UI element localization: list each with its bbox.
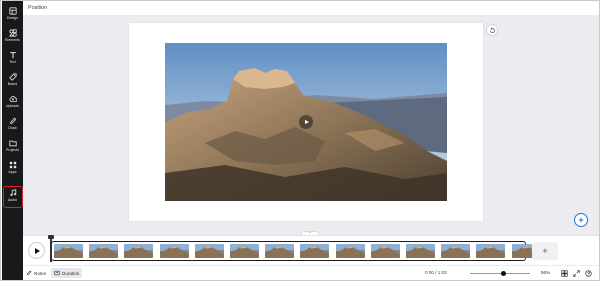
sidebar-item-label: Brand xyxy=(7,82,18,86)
expand-icon xyxy=(572,269,580,277)
video-play-overlay-icon[interactable] xyxy=(299,115,313,129)
sidebar-item-elements[interactable]: Elements xyxy=(2,29,23,49)
notes-button[interactable]: Notes xyxy=(26,270,46,276)
timeline-clip-thumbnail[interactable] xyxy=(406,244,435,258)
elements-icon xyxy=(8,29,17,37)
text-icon xyxy=(9,52,16,59)
top-bar: Position xyxy=(23,1,599,16)
video-track[interactable] xyxy=(51,241,541,261)
timeline-clip-thumbnail[interactable] xyxy=(335,244,365,258)
sidebar-item-design[interactable]: Design xyxy=(2,7,23,27)
duration-label: Duration xyxy=(62,270,80,276)
timeline-clip-thumbnail[interactable] xyxy=(370,244,400,258)
fullscreen-button[interactable] xyxy=(572,269,580,277)
sidebar-item-uploads[interactable]: Uploads xyxy=(2,95,23,115)
sidebar-item-label: Design xyxy=(6,16,19,20)
timeline-clip-thumbnail[interactable] xyxy=(194,244,224,258)
duration-button[interactable]: Duration xyxy=(51,268,83,278)
sparkle-icon xyxy=(577,216,585,224)
assistant-button[interactable] xyxy=(574,213,588,227)
zoom-percentage[interactable]: 56% xyxy=(541,270,550,275)
design-canvas[interactable] xyxy=(129,23,483,221)
audio-highlight-box xyxy=(3,186,23,208)
sidebar-item-apps[interactable]: Apps xyxy=(2,161,23,181)
sidebar-item-label: Projects xyxy=(6,148,19,152)
sidebar-item-projects[interactable]: Projects xyxy=(2,139,23,159)
sidebar-item-label: Apps xyxy=(8,170,17,174)
sidebar-item-label: Draw xyxy=(8,126,17,130)
sidebar-item-label: Text xyxy=(9,60,16,64)
timeline-clip-thumbnail[interactable] xyxy=(54,244,83,258)
help-button[interactable] xyxy=(584,269,592,277)
clock-icon xyxy=(54,270,60,276)
design-icon xyxy=(8,7,17,15)
timeline-clip-thumbnail[interactable] xyxy=(265,244,295,258)
sidebar-item-label: Uploads xyxy=(5,104,20,108)
refresh-comment-icon xyxy=(489,26,495,33)
timeline-panel: + xyxy=(23,235,599,265)
page-title: Position xyxy=(28,5,48,11)
playback-time: 0:00 / 1:03 xyxy=(425,270,447,275)
add-page-button[interactable]: + xyxy=(532,242,558,260)
sidebar-item-text[interactable]: Text xyxy=(2,51,23,71)
notes-icon xyxy=(26,270,32,276)
timeline-clip-thumbnail[interactable] xyxy=(300,244,330,258)
timeline-clip-thumbnail[interactable] xyxy=(476,244,506,258)
draw-icon xyxy=(9,117,16,124)
zoom-slider-handle[interactable] xyxy=(501,271,507,276)
help-icon xyxy=(584,269,592,277)
sidebar-item-brand[interactable]: Brand xyxy=(2,73,23,93)
status-bar: Notes Duration 0:00 / 1:03 56% xyxy=(23,265,599,280)
sidebar-item-label: Elements xyxy=(5,38,20,42)
projects-icon xyxy=(8,140,17,147)
timeline-play-button[interactable] xyxy=(28,242,45,259)
apps-icon xyxy=(9,161,16,169)
notes-label: Notes xyxy=(34,270,47,276)
video-element[interactable] xyxy=(165,43,447,201)
timeline-clip-thumbnail[interactable] xyxy=(230,244,259,258)
timeline-clip-thumbnail[interactable] xyxy=(89,244,119,258)
brand-icon xyxy=(8,73,17,81)
sidebar: Design Elements Text Brand Uploads Draw … xyxy=(2,1,23,280)
grid-view-icon xyxy=(560,269,568,277)
grid-view-button[interactable] xyxy=(560,269,568,277)
editor-workspace: ⌃ xyxy=(23,16,599,236)
timeline-clip-thumbnail[interactable] xyxy=(124,244,154,258)
timeline-clip-thumbnail[interactable] xyxy=(159,244,189,258)
canvas-comment-button[interactable] xyxy=(486,24,498,36)
timeline-clip-thumbnail[interactable] xyxy=(441,244,471,258)
uploads-icon xyxy=(8,96,17,102)
zoom-slider[interactable] xyxy=(470,271,530,276)
playhead[interactable] xyxy=(48,235,54,262)
sidebar-item-draw[interactable]: Draw xyxy=(2,117,23,137)
